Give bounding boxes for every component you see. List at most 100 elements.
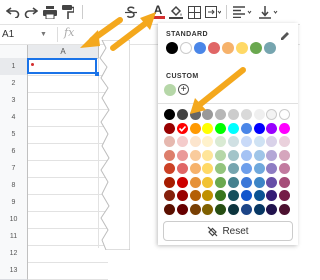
palette-swatch[interactable] bbox=[279, 149, 291, 161]
row-header-9[interactable]: 9 bbox=[0, 194, 28, 212]
add-custom-color-icon[interactable]: + bbox=[178, 84, 189, 95]
palette-swatch[interactable] bbox=[253, 176, 265, 188]
standard-swatch[interactable] bbox=[250, 42, 262, 54]
print-icon[interactable] bbox=[42, 4, 58, 20]
palette-swatch[interactable] bbox=[176, 109, 188, 120]
palette-swatch[interactable] bbox=[279, 122, 291, 134]
palette-swatch[interactable] bbox=[189, 149, 201, 161]
palette-swatch[interactable] bbox=[279, 136, 291, 147]
palette-swatch[interactable] bbox=[266, 122, 278, 134]
palette-swatch[interactable] bbox=[215, 176, 227, 188]
palette-swatch[interactable] bbox=[202, 149, 214, 161]
palette-swatch[interactable] bbox=[266, 163, 278, 174]
select-all-corner[interactable] bbox=[0, 45, 28, 59]
row-header-12[interactable]: 12 bbox=[0, 245, 28, 263]
palette-swatch[interactable] bbox=[176, 149, 188, 161]
palette-swatch[interactable] bbox=[253, 190, 265, 201]
palette-swatch[interactable] bbox=[228, 190, 239, 201]
palette-swatch[interactable] bbox=[240, 203, 252, 215]
palette-swatch[interactable] bbox=[202, 109, 214, 120]
palette-swatch[interactable] bbox=[176, 176, 188, 188]
palette-swatch[interactable] bbox=[189, 136, 201, 147]
palette-swatch[interactable] bbox=[228, 176, 239, 188]
palette-swatch[interactable] bbox=[240, 190, 252, 201]
text-color-icon[interactable]: A bbox=[150, 4, 166, 20]
palette-swatch[interactable] bbox=[215, 190, 227, 201]
palette-swatch[interactable] bbox=[240, 163, 252, 174]
palette-swatch[interactable] bbox=[202, 122, 214, 134]
paint-format-icon[interactable] bbox=[60, 4, 76, 20]
palette-swatch[interactable] bbox=[240, 176, 252, 188]
palette-swatch[interactable] bbox=[189, 190, 201, 201]
palette-swatch[interactable] bbox=[164, 122, 175, 134]
palette-swatch[interactable] bbox=[228, 109, 239, 120]
standard-swatch[interactable] bbox=[208, 42, 220, 54]
palette-swatch[interactable] bbox=[176, 190, 188, 201]
palette-swatch[interactable] bbox=[215, 136, 227, 147]
palette-swatch[interactable] bbox=[266, 190, 278, 201]
palette-swatch[interactable] bbox=[202, 190, 214, 201]
palette-swatch[interactable] bbox=[253, 149, 265, 161]
palette-swatch[interactable] bbox=[253, 109, 265, 120]
palette-swatch[interactable] bbox=[240, 109, 252, 120]
row-header-1[interactable]: 1 bbox=[0, 58, 28, 76]
standard-swatch[interactable] bbox=[194, 42, 206, 54]
palette-swatch[interactable] bbox=[176, 163, 188, 174]
palette-swatch[interactable] bbox=[266, 109, 278, 120]
palette-swatch[interactable] bbox=[228, 203, 239, 215]
palette-swatch[interactable] bbox=[215, 203, 227, 215]
selected-cell-a1[interactable] bbox=[27, 58, 97, 74]
row-header-8[interactable]: 8 bbox=[0, 177, 28, 195]
row-header-2[interactable]: 2 bbox=[0, 75, 28, 93]
row-header-13[interactable]: 13 bbox=[0, 262, 28, 280]
palette-swatch[interactable] bbox=[176, 203, 188, 215]
palette-swatch[interactable] bbox=[202, 136, 214, 147]
palette-swatch[interactable] bbox=[164, 190, 175, 201]
palette-swatch[interactable] bbox=[164, 136, 175, 147]
palette-swatch[interactable] bbox=[202, 176, 214, 188]
palette-swatch[interactable] bbox=[279, 190, 291, 201]
reset-button[interactable]: Reset bbox=[163, 221, 293, 241]
row-header-6[interactable]: 6 bbox=[0, 143, 28, 161]
palette-swatch[interactable] bbox=[228, 163, 239, 174]
palette-swatch[interactable] bbox=[164, 163, 175, 174]
palette-swatch[interactable] bbox=[164, 203, 175, 215]
palette-swatch[interactable] bbox=[279, 203, 291, 215]
palette-swatch[interactable] bbox=[189, 109, 201, 120]
standard-swatch[interactable] bbox=[264, 42, 276, 54]
palette-swatch[interactable] bbox=[266, 176, 278, 188]
palette-swatch[interactable] bbox=[189, 122, 201, 134]
palette-swatch[interactable] bbox=[253, 203, 265, 215]
pencil-icon[interactable] bbox=[280, 28, 290, 46]
row-header-7[interactable]: 7 bbox=[0, 160, 28, 178]
standard-swatch[interactable] bbox=[180, 42, 192, 54]
palette-swatch[interactable] bbox=[240, 122, 252, 134]
custom-swatch[interactable] bbox=[164, 84, 176, 96]
merge-cells-icon[interactable] bbox=[204, 4, 222, 20]
standard-swatch[interactable] bbox=[236, 42, 248, 54]
palette-swatch[interactable] bbox=[279, 163, 291, 174]
fill-color-icon[interactable] bbox=[168, 4, 184, 20]
standard-swatch[interactable] bbox=[166, 42, 178, 54]
palette-swatch[interactable] bbox=[240, 149, 252, 161]
palette-swatch[interactable] bbox=[279, 109, 291, 120]
palette-swatch[interactable] bbox=[266, 203, 278, 215]
palette-swatch[interactable] bbox=[215, 122, 227, 134]
palette-swatch[interactable] bbox=[164, 176, 175, 188]
palette-swatch[interactable] bbox=[202, 163, 214, 174]
row-header-10[interactable]: 10 bbox=[0, 211, 28, 229]
borders-icon[interactable] bbox=[186, 4, 202, 20]
palette-swatch[interactable] bbox=[253, 122, 265, 134]
column-header-a[interactable]: A bbox=[28, 45, 99, 59]
row-header-4[interactable]: 4 bbox=[0, 109, 28, 127]
palette-swatch[interactable] bbox=[176, 136, 188, 147]
palette-swatch[interactable] bbox=[240, 136, 252, 147]
palette-swatch[interactable] bbox=[228, 149, 239, 161]
palette-swatch[interactable] bbox=[228, 122, 239, 134]
palette-swatch[interactable] bbox=[215, 163, 227, 174]
row-header-11[interactable]: 11 bbox=[0, 228, 28, 246]
palette-swatch-selected[interactable] bbox=[176, 122, 188, 134]
palette-swatch[interactable] bbox=[215, 109, 227, 120]
palette-swatch[interactable] bbox=[266, 136, 278, 147]
row-header-3[interactable]: 3 bbox=[0, 92, 28, 110]
